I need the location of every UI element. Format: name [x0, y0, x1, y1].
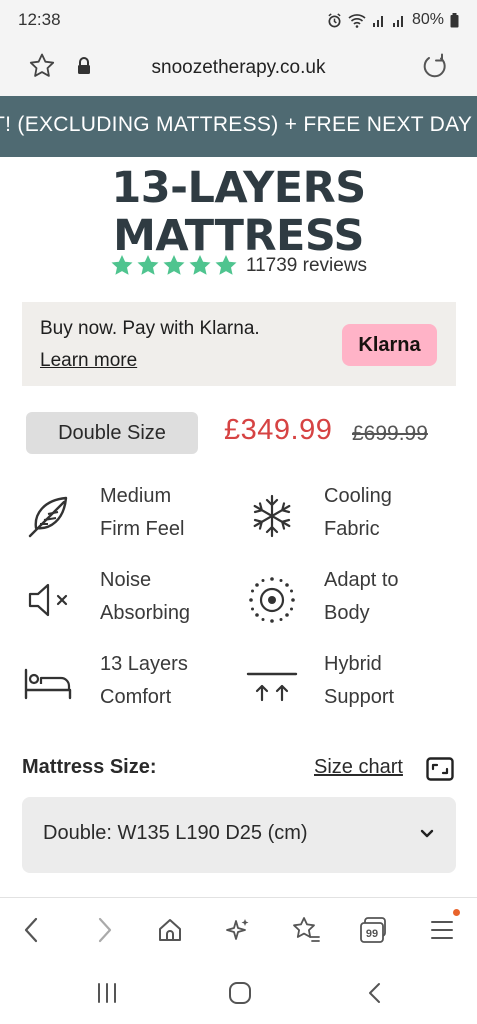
feature-line1: 13 Layers — [100, 653, 188, 675]
signal-icon — [372, 13, 386, 27]
size-pill[interactable]: Double Size — [26, 412, 198, 454]
klarna-box: Buy now. Pay with Klarna. Learn more Kla… — [22, 302, 456, 386]
bed-icon — [22, 658, 74, 710]
arrows-up-icon — [246, 658, 298, 710]
recents-icon[interactable] — [92, 978, 122, 1008]
feature-medium-firm: Medium Firm Feel — [22, 480, 232, 550]
feature-line1: Noise — [100, 569, 152, 591]
feature-13-layers-comfort: 13 Layers Comfort — [22, 648, 232, 718]
feature-line2: Absorbing — [100, 602, 191, 624]
feature-line1: Hybrid — [324, 653, 382, 675]
product-title: 13-LAYERS MATTRESS — [0, 164, 477, 260]
feather-icon — [22, 490, 74, 542]
feature-line2: Fabric — [324, 518, 380, 540]
snowflake-icon — [246, 490, 298, 542]
star-filled-icon — [189, 255, 211, 275]
old-price: £699.99 — [352, 422, 428, 445]
promo-banner[interactable]: T! (EXCLUDING MATTRESS) + FREE NEXT DAY … — [0, 96, 477, 157]
wifi-icon — [348, 13, 366, 28]
browser-address-bar: snoozetherapy.co.uk — [0, 40, 477, 96]
tabs-icon[interactable]: 99 — [356, 912, 392, 948]
feature-line2: Body — [324, 602, 370, 624]
mattress-size-select[interactable]: Double: W135 L190 D25 (cm) — [22, 797, 456, 873]
size-chart-link[interactable]: Size chart — [314, 756, 403, 779]
alarm-icon — [327, 12, 342, 28]
feature-line2: Firm Feel — [100, 518, 185, 540]
battery-percent: 80% — [411, 11, 444, 28]
feature-noise-absorbing: Noise Absorbing — [22, 564, 232, 634]
mattress-size-label: Mattress Size: — [22, 756, 157, 778]
current-price: £349.99 — [224, 414, 333, 446]
chevron-down-icon — [420, 826, 434, 844]
notification-dot — [453, 909, 460, 916]
bookmarks-icon[interactable] — [288, 912, 324, 948]
feature-line2: Support — [324, 686, 395, 708]
feature-text: Hybrid Support — [324, 648, 394, 714]
home-circle-icon[interactable] — [225, 978, 255, 1008]
feature-text: Noise Absorbing — [100, 564, 190, 630]
status-bar: 12:38 80% — [0, 0, 477, 40]
klarna-badge: Klarna — [342, 324, 437, 366]
feature-adapt-to-body: Adapt to Body — [246, 564, 456, 634]
feature-text: Cooling Fabric — [324, 480, 392, 546]
star-icon[interactable] — [28, 52, 56, 85]
feature-text: Adapt to Body — [324, 564, 399, 630]
rating-stars — [110, 254, 238, 277]
feature-line2: Comfort — [100, 686, 172, 708]
feature-line1: Medium — [100, 485, 172, 507]
product-title-line2: MATTRESS — [113, 211, 364, 261]
url-text[interactable]: snoozetherapy.co.uk — [0, 57, 477, 79]
status-icons: 80% — [327, 11, 459, 29]
lock-icon — [76, 56, 92, 81]
klarna-learn-more-link[interactable]: Learn more — [40, 350, 137, 372]
signal-icon — [392, 13, 406, 27]
star-filled-icon — [111, 255, 133, 275]
sparkle-icon[interactable] — [220, 912, 256, 948]
star-filled-icon — [215, 255, 237, 275]
tabs-count: 99 — [366, 928, 378, 940]
speaker-mute-icon — [22, 574, 74, 626]
system-navigation-bar — [0, 961, 477, 1024]
star-filled-icon — [163, 255, 185, 275]
product-rating[interactable]: 11739 reviews — [0, 254, 477, 277]
back-icon[interactable] — [14, 912, 50, 948]
home-icon[interactable] — [152, 912, 188, 948]
feature-cooling-fabric: Cooling Fabric — [246, 480, 456, 550]
promo-text: T! (EXCLUDING MATTRESS) + FREE NEXT DAY … — [0, 113, 477, 136]
feature-text: 13 Layers Comfort — [100, 648, 188, 714]
battery-icon — [450, 12, 459, 28]
feature-line1: Cooling — [324, 485, 392, 507]
expand-icon[interactable] — [426, 757, 454, 786]
target-icon — [246, 574, 298, 626]
feature-line1: Adapt to — [324, 569, 399, 591]
status-time: 12:38 — [18, 10, 61, 29]
feature-text: Medium Firm Feel — [100, 480, 184, 546]
product-title-line1: 13-LAYERS — [111, 163, 366, 213]
reload-icon[interactable] — [421, 52, 449, 85]
feature-hybrid-support: Hybrid Support — [246, 648, 456, 718]
star-filled-icon — [137, 255, 159, 275]
browser-bottom-nav: 99 — [0, 897, 477, 961]
klarna-text: Buy now. Pay with Klarna. — [40, 318, 260, 339]
menu-icon[interactable] — [424, 912, 460, 948]
forward-icon[interactable] — [86, 912, 122, 948]
selected-size-value: Double: W135 L190 D25 (cm) — [43, 822, 308, 844]
back-chevron-icon[interactable] — [360, 978, 390, 1008]
review-count: 11739 reviews — [245, 254, 368, 276]
